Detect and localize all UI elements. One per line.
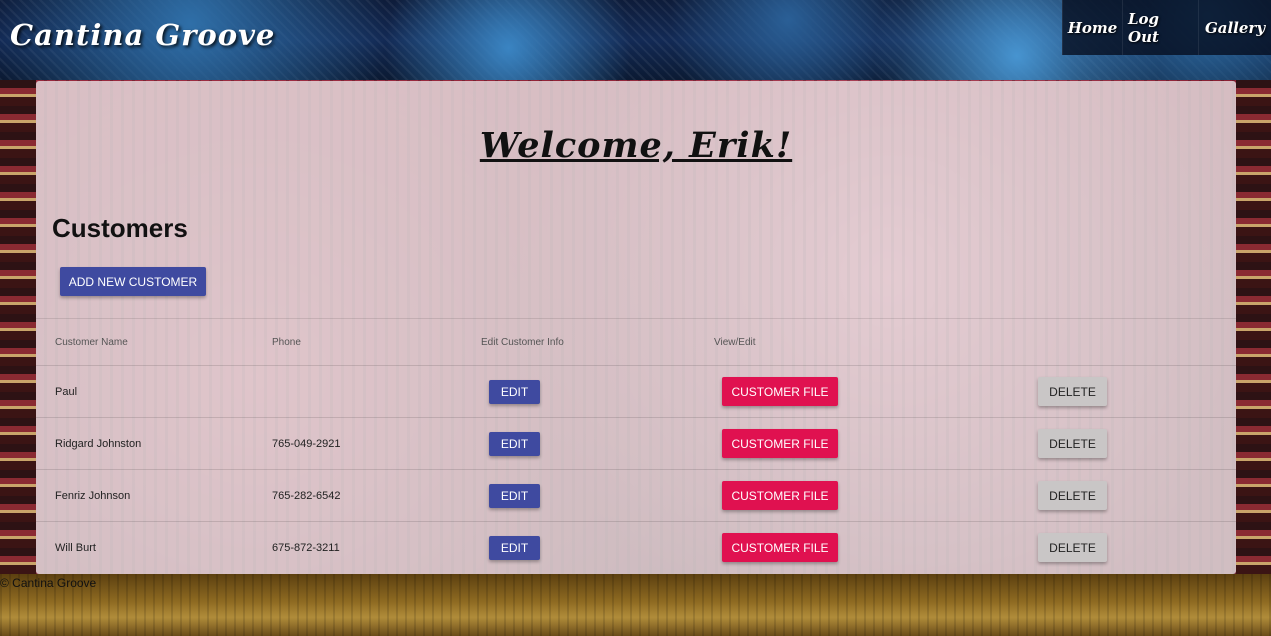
customer-name-cell: Ridgard Johnston: [36, 417, 272, 470]
edit-cell: EDIT: [481, 417, 714, 470]
edit-cell: EDIT: [481, 365, 714, 418]
customer-file-button[interactable]: CUSTOMER FILE: [722, 533, 838, 563]
main-nav: Home Log Out Gallery: [1062, 0, 1271, 55]
customer-file-cell: CUSTOMER FILE: [714, 521, 1034, 574]
table-row: Will Burt 675-872-3211 EDIT CUSTOMER FIL…: [36, 521, 1236, 574]
footer-copyright: © Cantina Groove: [0, 576, 97, 590]
table-row: Ridgard Johnston 765-049-2921 EDIT CUSTO…: [36, 417, 1236, 470]
customers-table: Customer Name Phone Edit Customer Info V…: [36, 318, 1236, 574]
customer-file-cell: CUSTOMER FILE: [714, 365, 1034, 418]
table-row: Paul EDIT CUSTOMER FILE DELETE: [36, 365, 1236, 418]
delete-button[interactable]: DELETE: [1038, 429, 1107, 458]
delete-button[interactable]: DELETE: [1038, 481, 1107, 510]
customer-name-cell: Fenriz Johnson: [36, 469, 272, 522]
delete-cell: DELETE: [1034, 521, 1236, 574]
column-header-customer-name: Customer Name: [36, 318, 272, 366]
welcome-heading: Welcome, Erik!: [479, 125, 793, 166]
nav-home-link[interactable]: Home: [1062, 0, 1122, 55]
table-row: Fenriz Johnson 765-282-6542 EDIT CUSTOME…: [36, 469, 1236, 522]
site-header: Cantina Groove Home Log Out Gallery: [0, 0, 1271, 80]
delete-cell: DELETE: [1034, 365, 1236, 418]
add-new-customer-button[interactable]: ADD NEW CUSTOMER: [60, 267, 206, 296]
rug-border-left: [0, 80, 36, 574]
customer-file-cell: CUSTOMER FILE: [714, 417, 1034, 470]
edit-button[interactable]: EDIT: [489, 535, 540, 560]
customer-name-cell: Paul: [36, 365, 272, 418]
nav-gallery-link[interactable]: Gallery: [1198, 0, 1271, 55]
customer-file-button[interactable]: CUSTOMER FILE: [722, 481, 838, 510]
customer-file-button[interactable]: CUSTOMER FILE: [722, 429, 838, 458]
edit-cell: EDIT: [481, 521, 714, 574]
column-header-view-edit: View/Edit: [714, 318, 1034, 366]
edit-cell: EDIT: [481, 469, 714, 522]
customer-file-button[interactable]: CUSTOMER FILE: [722, 377, 838, 406]
customers-heading: Customers: [52, 213, 188, 243]
edit-button[interactable]: EDIT: [489, 431, 540, 456]
customer-file-cell: CUSTOMER FILE: [714, 469, 1034, 522]
delete-cell: DELETE: [1034, 417, 1236, 470]
edit-button[interactable]: EDIT: [489, 379, 540, 404]
phone-cell: 765-282-6542: [272, 469, 481, 522]
customer-name-cell: Will Burt: [36, 521, 272, 574]
delete-cell: DELETE: [1034, 469, 1236, 522]
phone-cell: [272, 365, 481, 418]
delete-button[interactable]: DELETE: [1038, 377, 1107, 406]
column-header-actions: [1034, 318, 1236, 366]
table-header-row: Customer Name Phone Edit Customer Info V…: [36, 318, 1236, 366]
footer-background: [0, 574, 1271, 636]
column-header-edit-info: Edit Customer Info: [481, 318, 714, 366]
rug-border-right: [1236, 80, 1271, 574]
phone-cell: 675-872-3211: [272, 521, 481, 574]
delete-button[interactable]: DELETE: [1038, 533, 1107, 563]
edit-button[interactable]: EDIT: [489, 483, 540, 508]
nav-logout-link[interactable]: Log Out: [1122, 0, 1198, 55]
brand-logo[interactable]: Cantina Groove: [10, 18, 275, 52]
phone-cell: 765-049-2921: [272, 417, 481, 470]
column-header-phone: Phone: [272, 318, 481, 366]
main-panel: Welcome, Erik! Customers ADD NEW CUSTOME…: [36, 81, 1236, 574]
